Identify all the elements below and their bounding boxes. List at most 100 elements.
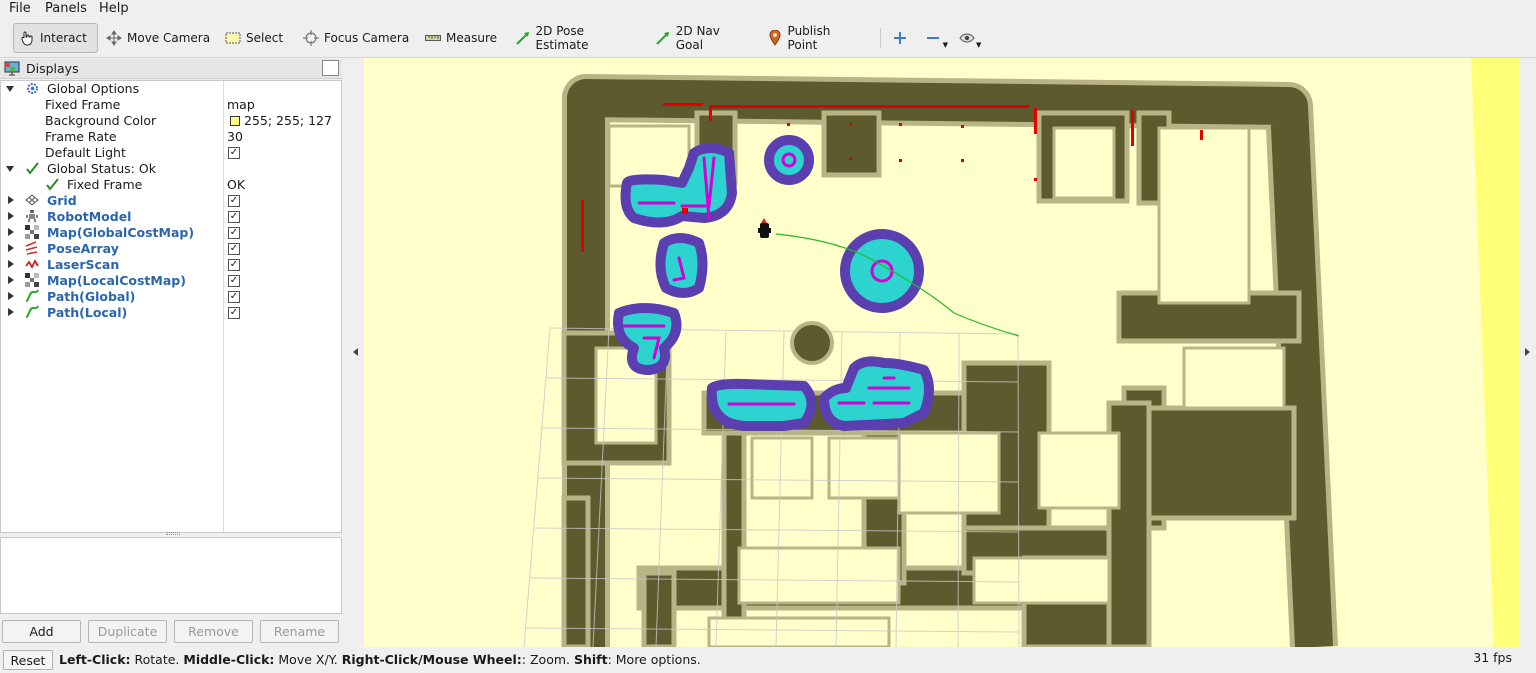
add-tool-button[interactable]: [888, 23, 912, 53]
selection-box-icon: [224, 29, 242, 47]
expand-arrow-icon[interactable]: [8, 212, 14, 220]
laser-scan-display-checkbox[interactable]: ✓: [228, 259, 240, 271]
reset-button[interactable]: Reset: [3, 650, 53, 670]
monitor-icon: [4, 61, 20, 79]
menu-file-label: File: [9, 1, 31, 16]
tree-row-global-options[interactable]: Global Options: [1, 81, 341, 97]
undock-panel-button[interactable]: [322, 60, 339, 76]
grid-display-checkbox[interactable]: ✓: [228, 195, 240, 207]
reset-button-label: Reset: [10, 652, 46, 668]
add-button-label: Add: [29, 624, 54, 639]
rename-display-button[interactable]: Rename: [260, 620, 339, 643]
plus-icon: [892, 29, 908, 47]
tree-row-fixed-frame[interactable]: Fixed Frame map: [1, 97, 341, 113]
color-swatch[interactable]: [230, 116, 240, 126]
expand-arrow-icon[interactable]: [8, 276, 14, 284]
expand-arrow-icon[interactable]: [8, 196, 14, 204]
duplicate-display-button[interactable]: Duplicate: [88, 620, 167, 643]
remove-display-button[interactable]: Remove: [174, 620, 253, 643]
global-costmap-display-checkbox[interactable]: ✓: [228, 227, 240, 239]
right-click-action: : Zoom.: [521, 652, 574, 667]
tree-row-global-status[interactable]: Global Status: Ok: [1, 161, 341, 177]
tree-row-background-color[interactable]: Background Color 255; 255; 127: [1, 113, 341, 129]
publish-point-tool-button[interactable]: Publish Point: [762, 23, 862, 53]
pose-estimate-tool-button[interactable]: 2D Pose Estimate: [510, 23, 638, 53]
add-display-button[interactable]: Add: [2, 620, 81, 643]
fixed-frame-value[interactable]: map: [227, 97, 255, 112]
crosshair-icon: [302, 29, 320, 47]
path-icon: [25, 305, 39, 319]
expand-arrow-icon[interactable]: [8, 292, 14, 300]
fps-counter: 31 fps: [1473, 650, 1512, 665]
pose-array-display-checkbox[interactable]: ✓: [228, 243, 240, 255]
move-camera-tool-button[interactable]: Move Camera: [101, 23, 211, 53]
background-color-value[interactable]: 255; 255; 127: [244, 113, 332, 128]
green-arrow-icon: [514, 29, 532, 47]
pose-estimate-label: 2D Pose Estimate: [535, 24, 589, 52]
select-tool-button[interactable]: Select: [220, 23, 290, 53]
dropdown-arrow-icon: ▼: [976, 41, 982, 49]
move-arrows-icon: [105, 29, 123, 47]
background-color-label: Background Color: [45, 113, 157, 128]
tree-row-laser-scan[interactable]: LaserScan ✓: [1, 257, 341, 273]
interact-tool-button[interactable]: Interact: [13, 23, 98, 53]
tree-row-grid[interactable]: Grid ✓: [1, 193, 341, 209]
left-click-action: Rotate.: [130, 652, 184, 667]
measure-tool-button[interactable]: Measure: [420, 23, 498, 53]
tree-row-global-costmap[interactable]: Map(GlobalCostMap) ✓: [1, 225, 341, 241]
render-viewport[interactable]: [364, 58, 1520, 647]
menu-file[interactable]: File: [9, 1, 31, 16]
tree-row-path-global[interactable]: Path(Global) ✓: [1, 289, 341, 305]
default-light-checkbox[interactable]: ✓: [228, 147, 240, 159]
map-render: [523, 58, 1520, 647]
middle-click-key: Middle-Click:: [183, 652, 275, 667]
expand-arrow-icon[interactable]: [8, 228, 14, 236]
expand-arrow-icon[interactable]: [6, 86, 14, 92]
grid-display-label: Grid: [47, 193, 77, 208]
menu-panels[interactable]: Panels: [45, 1, 87, 16]
minus-icon: [926, 29, 941, 47]
menu-panels-label: Panels: [45, 1, 87, 16]
fixed-frame-label: Fixed Frame: [45, 97, 121, 112]
nav-goal-tool-button[interactable]: 2D Nav Goal: [650, 23, 750, 53]
remove-tool-button[interactable]: ▼: [922, 23, 948, 53]
local-costmap-display-label: Map(LocalCostMap): [47, 273, 186, 288]
focus-camera-tool-button[interactable]: Focus Camera: [298, 23, 410, 53]
robot-model-display-checkbox[interactable]: ✓: [228, 211, 240, 223]
shift-key: Shift: [573, 652, 608, 667]
path-local-display-label: Path(Local): [47, 305, 128, 320]
tool-properties-button[interactable]: ▼: [954, 23, 982, 53]
local-costmap-display-checkbox[interactable]: ✓: [228, 275, 240, 287]
global-status-label: Global Status: Ok: [47, 161, 156, 176]
status-hint-text: Left-Click: Rotate. Middle-Click: Move X…: [59, 652, 701, 667]
background-strip: [1471, 58, 1520, 647]
splitter-handle[interactable]: [166, 532, 180, 535]
map-pin-icon: [766, 29, 784, 47]
path-local-display-checkbox[interactable]: ✓: [228, 307, 240, 319]
frame-rate-value[interactable]: 30: [227, 129, 243, 144]
tree-row-status-fixed-frame[interactable]: Fixed Frame OK: [1, 177, 341, 193]
tree-row-default-light[interactable]: Default Light ✓: [1, 145, 341, 161]
expand-arrow-icon[interactable]: [8, 244, 14, 252]
tree-row-robot-model[interactable]: RobotModel ✓: [1, 209, 341, 225]
middle-click-action: Move X/Y.: [274, 652, 342, 667]
collapse-right-arrow-icon[interactable]: [1525, 348, 1530, 356]
tree-row-pose-array[interactable]: PoseArray ✓: [1, 241, 341, 257]
focus-camera-label: Focus Camera: [324, 31, 410, 45]
collapse-left-arrow-icon[interactable]: [353, 348, 358, 356]
select-label: Select: [246, 31, 284, 45]
path-global-display-checkbox[interactable]: ✓: [228, 291, 240, 303]
global-options-label: Global Options: [47, 81, 140, 96]
tree-row-frame-rate[interactable]: Frame Rate 30: [1, 129, 341, 145]
green-arrow-icon: [654, 29, 672, 47]
menu-help[interactable]: Help: [99, 1, 129, 16]
menu-help-label: Help: [99, 1, 129, 16]
tool-bar: Interact Move Camera Select Focus Camera…: [0, 18, 1536, 58]
expand-arrow-icon[interactable]: [8, 308, 14, 316]
tree-row-path-local[interactable]: Path(Local) ✓: [1, 305, 341, 321]
shift-action: : More options.: [607, 652, 701, 667]
status-fixed-frame-label: Fixed Frame: [67, 177, 143, 192]
expand-arrow-icon[interactable]: [8, 260, 14, 268]
expand-arrow-icon[interactable]: [6, 166, 14, 172]
tree-row-local-costmap[interactable]: Map(LocalCostMap) ✓: [1, 273, 341, 289]
